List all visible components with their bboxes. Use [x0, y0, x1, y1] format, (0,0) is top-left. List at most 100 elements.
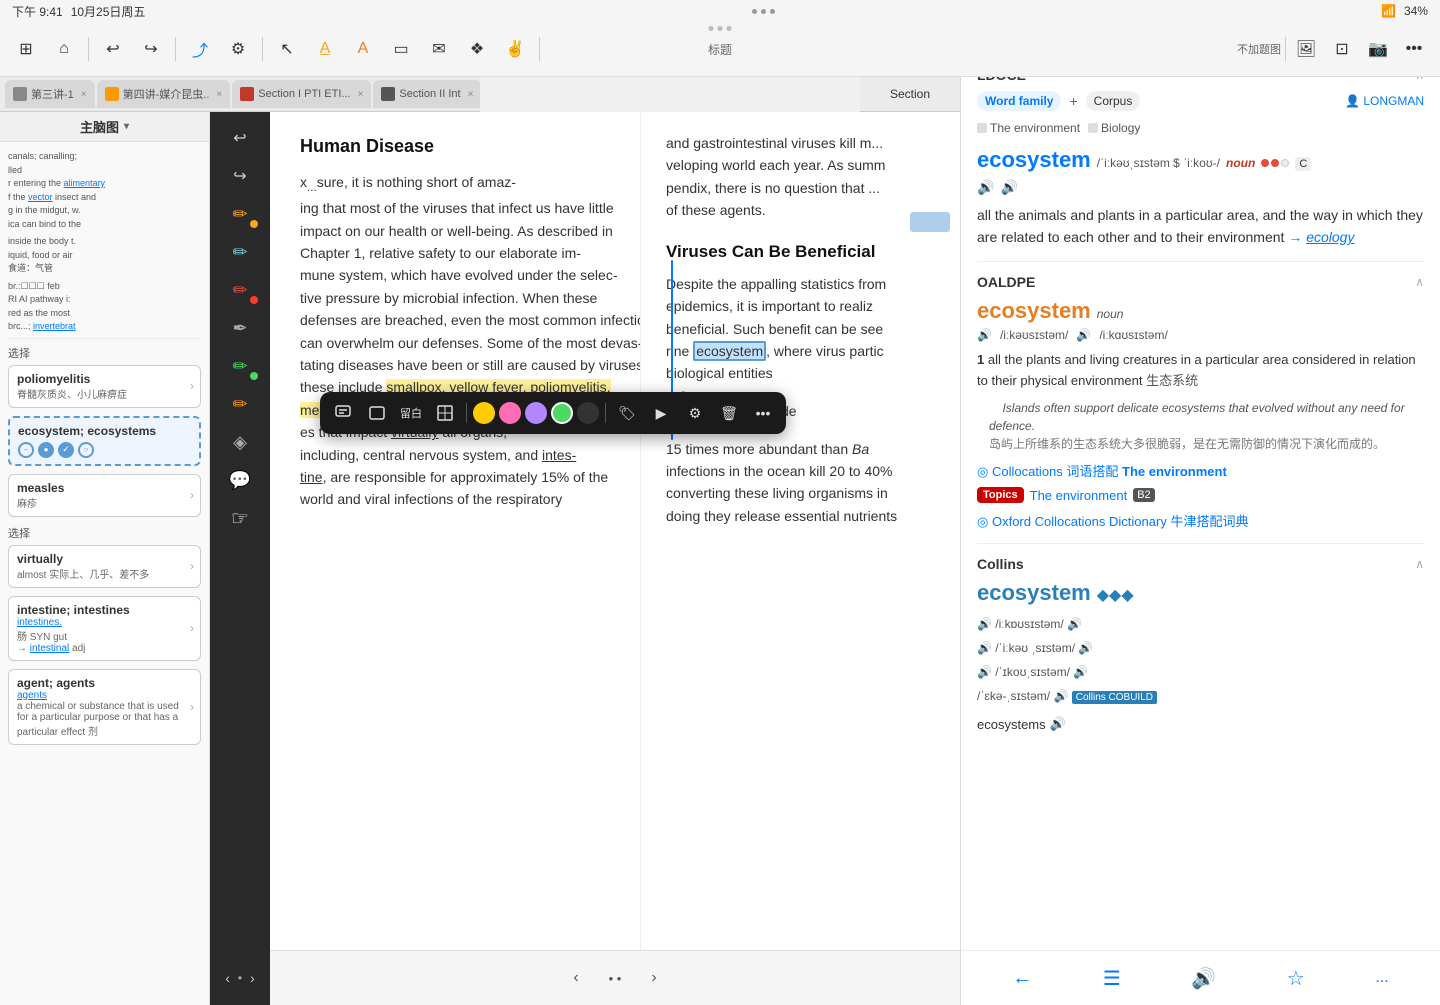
- section-2-document: and gastrointestinal viruses kill m...ve…: [640, 112, 960, 950]
- sidebar-card-agent[interactable]: agent; agents agents a chemical or subst…: [8, 669, 201, 745]
- ft-settings-alt-btn[interactable]: ⚙: [680, 398, 710, 428]
- ft-color-purple[interactable]: [525, 402, 547, 424]
- collins-sound-7[interactable]: 🔊: [1053, 689, 1068, 703]
- collins-sound-2[interactable]: 🔊: [1067, 617, 1082, 631]
- card-ctrl-dot[interactable]: ●: [38, 442, 54, 458]
- topics-level: B2: [1133, 488, 1154, 502]
- oaldpe-sound-1[interactable]: 🔊: [977, 328, 992, 342]
- cursor-button[interactable]: ↖: [271, 33, 303, 65]
- sidebar-card-virtually[interactable]: virtually almost 实际上、几乎、差不多 ›: [8, 545, 201, 588]
- redo-tool-button[interactable]: ↪: [218, 158, 262, 194]
- floating-annotation-toolbar: 留白 🏷 ▶ ⚙ 🗑 •••: [320, 392, 786, 434]
- tab-section-1[interactable]: Section I PTI ETI... ×: [232, 80, 371, 108]
- sidebar-toggle-button[interactable]: ⊞: [10, 33, 42, 65]
- camera-button[interactable]: 📷: [1362, 33, 1394, 65]
- collins-plural-sound[interactable]: 🔊: [1050, 716, 1066, 732]
- pen-blue-tool[interactable]: ✏: [218, 234, 262, 270]
- mindmap-nav-prev[interactable]: ‹: [225, 970, 230, 986]
- card-ctrl-minus[interactable]: –: [18, 442, 34, 458]
- tab-close-4[interactable]: ×: [468, 89, 474, 100]
- highlight-orange-button[interactable]: A: [347, 33, 379, 65]
- pen-green-tool[interactable]: ✏: [218, 348, 262, 384]
- ft-table-btn[interactable]: [430, 398, 460, 428]
- nav-left-button[interactable]: ‹: [573, 969, 578, 987]
- tab-third-lecture[interactable]: 第三讲-1 ×: [5, 80, 95, 108]
- oaldpe-collocations-link[interactable]: ◎ Collocations 词语搭配 The environment: [977, 464, 1227, 479]
- speech-tool[interactable]: 💬: [218, 462, 262, 498]
- ft-more-actions-btn[interactable]: •••: [748, 398, 778, 428]
- settings-button[interactable]: ⚙: [222, 33, 254, 65]
- sidebar-card-poliomyelitis[interactable]: poliomyelitis 脊髓灰质炎、小儿麻痹症 ›: [8, 365, 201, 408]
- left-sidebar-mindmap: 主脑图 ▾ canals; canalling; lled r entering…: [0, 112, 210, 1005]
- textbox-button[interactable]: ▭: [385, 33, 417, 65]
- card-link-agent[interactable]: agents: [17, 690, 192, 701]
- ft-color-yellow[interactable]: [473, 402, 495, 424]
- oaldpe-sound-2[interactable]: 🔊: [1076, 328, 1091, 342]
- home-button[interactable]: ⌂: [48, 33, 80, 65]
- ldoce-link-word[interactable]: ecology: [1306, 229, 1354, 245]
- dict-nav-star[interactable]: ☆: [1287, 966, 1305, 991]
- dict-nav-back[interactable]: ←: [1012, 967, 1032, 990]
- sidebar-card-ecosystem[interactable]: ecosystem; ecosystems – ● ✓ ○: [8, 416, 201, 466]
- tag-corpus[interactable]: Corpus: [1086, 91, 1141, 111]
- tab-close-1[interactable]: ×: [81, 89, 87, 100]
- dict-nav-sound[interactable]: 🔊: [1191, 966, 1216, 991]
- ldoce-sound-btn[interactable]: 🔊: [977, 179, 994, 196]
- tag-plus[interactable]: +: [1069, 93, 1077, 109]
- undo-button[interactable]: ↩: [97, 33, 129, 65]
- envelope-button[interactable]: ✉: [423, 33, 455, 65]
- collins-sound-3[interactable]: 🔊: [977, 641, 992, 655]
- ft-play-btn[interactable]: ▶: [646, 398, 676, 428]
- card-ctrl-check[interactable]: ✓: [58, 442, 74, 458]
- tag-longman[interactable]: 👤 LONGMAN: [1345, 94, 1424, 108]
- dict-nav-more[interactable]: ...: [1375, 969, 1388, 987]
- mindmap-collapse-icon[interactable]: ▾: [124, 121, 129, 132]
- tab-section-2[interactable]: Section II Int ×: [373, 80, 480, 108]
- collins-sound-1[interactable]: 🔊: [977, 617, 992, 631]
- pen-orange-tool[interactable]: ✏: [218, 386, 262, 422]
- ft-color-green[interactable]: [551, 402, 573, 424]
- card-link-intestine[interactable]: intestines.: [17, 617, 192, 628]
- image-button[interactable]: 🖼: [1290, 33, 1322, 65]
- tab-close-3[interactable]: ×: [358, 89, 364, 100]
- mindmap-nav-next[interactable]: ›: [250, 970, 255, 986]
- crop-button[interactable]: ⊡: [1326, 33, 1358, 65]
- tag-word-family[interactable]: Word family: [977, 91, 1061, 111]
- ft-tag-btn[interactable]: 🏷: [612, 398, 642, 428]
- ft-liubai-btn[interactable]: 留白: [396, 398, 426, 428]
- undo-tool-button[interactable]: ↩: [218, 120, 262, 156]
- collins-sound-5[interactable]: 🔊: [977, 665, 992, 679]
- pen-gold-tool[interactable]: ✏: [218, 196, 262, 232]
- wifi-icon: 📶: [1381, 4, 1396, 18]
- ft-color-black[interactable]: [577, 402, 599, 424]
- dict-body: LDOCE ∧ Word family + Corpus 👤 LONGMAN T…: [961, 55, 1440, 950]
- pen-red-tool[interactable]: ✏: [218, 272, 262, 308]
- ft-delete-btn[interactable]: 🗑: [714, 398, 744, 428]
- nav-right-button[interactable]: ›: [651, 969, 656, 987]
- card-subtitle-intestine: 肠 SYN gut→ intestinal adj: [17, 628, 192, 654]
- highlight-yellow-button[interactable]: A̲: [309, 33, 341, 65]
- ft-card-btn[interactable]: [362, 398, 392, 428]
- dict-nav-list[interactable]: ☰: [1103, 966, 1121, 991]
- ft-color-pink[interactable]: [499, 402, 521, 424]
- shapes-button[interactable]: ❖: [461, 33, 493, 65]
- redo-button[interactable]: ↪: [135, 33, 167, 65]
- card-ctrl-empty[interactable]: ○: [78, 442, 94, 458]
- tab-close-2[interactable]: ×: [216, 89, 222, 100]
- ldoce-sound-btn-2[interactable]: 🔊: [1000, 179, 1017, 196]
- sidebar-card-measles[interactable]: measles 麻疹 ›: [8, 474, 201, 517]
- collins-sound-4[interactable]: 🔊: [1078, 641, 1093, 655]
- lasso-tool[interactable]: ◈: [218, 424, 262, 460]
- ft-annotation-btn[interactable]: [328, 398, 358, 428]
- sidebar-card-intestine[interactable]: intestine; intestines intestines. 肠 SYN …: [8, 596, 201, 661]
- collins-sound-6[interactable]: 🔊: [1073, 665, 1088, 679]
- topics-env-link[interactable]: The environment: [1030, 488, 1128, 503]
- pen-stroke-tool[interactable]: ✒: [218, 310, 262, 346]
- tab-fourth-lecture[interactable]: 第四讲-媒介昆虫.. ×: [97, 80, 231, 108]
- cursor-alt-button[interactable]: ✌: [499, 33, 531, 65]
- share-button[interactable]: ⤴: [184, 33, 216, 65]
- oxford-colls-link[interactable]: ◎ Oxford Collocations Dictionary 牛津搭配词典: [977, 514, 1248, 529]
- more-toolbar-button[interactable]: •••: [1398, 33, 1430, 65]
- finger-tool[interactable]: ☞: [218, 500, 262, 536]
- collins-plural-row: ecosystems 🔊: [977, 716, 1424, 732]
